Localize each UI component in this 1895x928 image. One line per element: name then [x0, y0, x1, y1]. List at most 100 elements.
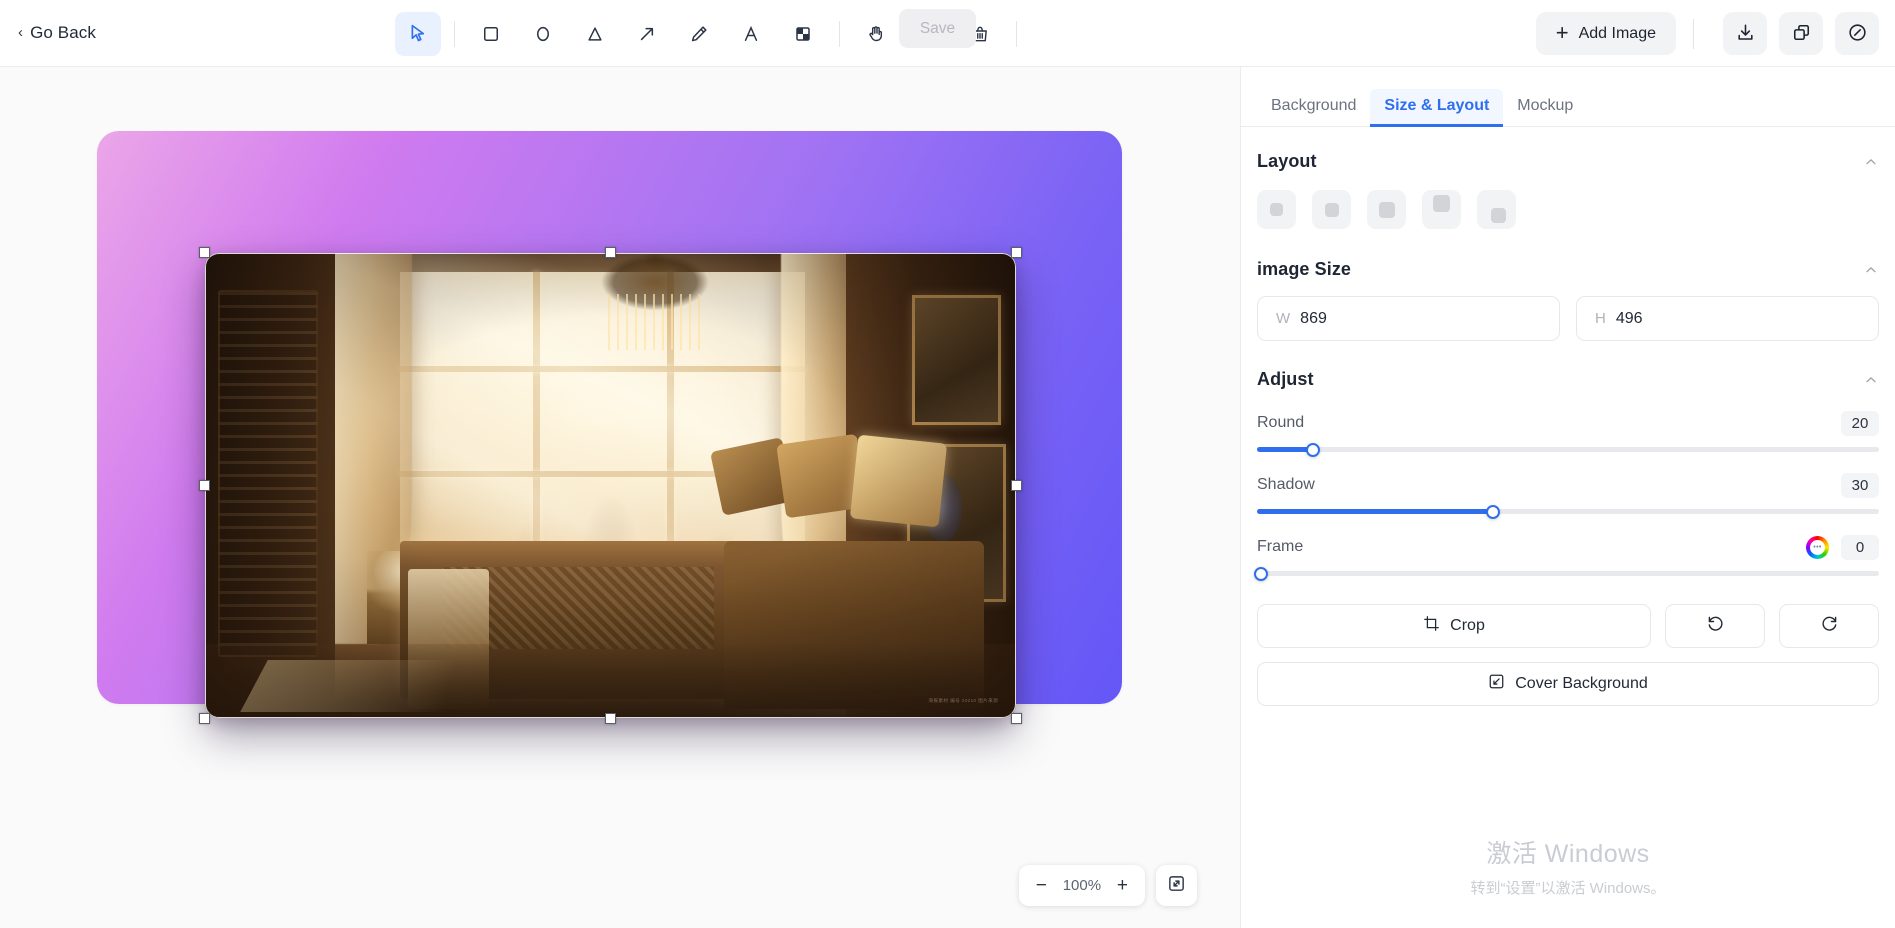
shadow-slider-track[interactable] [1257, 504, 1879, 519]
panel-tabs: Background Size & Layout Mockup [1241, 67, 1895, 127]
tab-mockup[interactable]: Mockup [1503, 89, 1587, 126]
text-tool[interactable] [728, 12, 774, 56]
layout-thumb [1324, 202, 1339, 217]
hand-tool[interactable] [853, 12, 899, 56]
download-button[interactable] [1723, 12, 1767, 55]
rotate-right-button[interactable] [1779, 604, 1879, 648]
layout-thumb [1491, 208, 1506, 223]
resize-handle-ne[interactable] [1011, 247, 1022, 258]
resize-handle-se[interactable] [1011, 713, 1022, 724]
layout-option-center-large[interactable] [1367, 190, 1406, 229]
resize-handle-e[interactable] [1011, 480, 1022, 491]
layout-option-center[interactable] [1312, 190, 1351, 229]
rotate-right-icon [1820, 614, 1839, 638]
toolbar-divider-3 [1016, 20, 1017, 47]
frame-slider-knob[interactable] [1253, 566, 1268, 581]
layout-option-top[interactable] [1422, 190, 1461, 229]
zoom-pill: − 100% + [1018, 865, 1145, 906]
windows-activation-watermark: 激活 Windows 转到“设置”以激活 Windows。 [1241, 834, 1895, 898]
rectangle-tool[interactable] [468, 12, 514, 56]
image-size-collapse-chevron-up-icon[interactable] [1863, 262, 1879, 278]
windows-activation-title: 激活 Windows [1486, 840, 1650, 868]
rotate-left-button[interactable] [1665, 604, 1765, 648]
resize-handle-w[interactable] [199, 480, 210, 491]
image-size-section-header: image Size [1257, 235, 1879, 280]
resize-handle-nw[interactable] [199, 247, 210, 258]
layout-section-header: Layout [1257, 127, 1879, 172]
fit-to-screen-button[interactable] [1156, 865, 1197, 906]
mosaic-tool[interactable] [780, 12, 826, 56]
tab-background[interactable]: Background [1257, 89, 1370, 126]
link-button[interactable] [1835, 12, 1879, 55]
canvas-image[interactable]: 海报素材 编号 20210 图片来源 [205, 253, 1016, 718]
resize-handle-sw[interactable] [199, 713, 210, 724]
adjust-collapse-chevron-up-icon[interactable] [1863, 372, 1879, 388]
zoom-controls: − 100% + [1018, 865, 1197, 906]
topbar-divider [1693, 18, 1694, 49]
frame-slider-block: Frame 0 [1253, 514, 1879, 581]
layout-thumb [1378, 201, 1395, 218]
frame-color-picker-icon[interactable] [1806, 535, 1829, 559]
cover-background-label: Cover Background [1515, 675, 1648, 692]
expand-icon [1167, 874, 1186, 898]
chevron-left-icon: ‹ [18, 24, 24, 41]
toolbar-divider-2 [839, 20, 840, 47]
shadow-slider-knob[interactable] [1486, 504, 1501, 519]
top-toolbar: ‹ Go Back Save + Add Image [0, 0, 1895, 67]
windows-activation-subtitle: 转到“设置”以激活 Windows。 [1470, 880, 1666, 897]
topbar-right-actions: + Add Image [1535, 0, 1879, 67]
tab-size-layout[interactable]: Size & Layout [1370, 89, 1504, 127]
ellipse-tool[interactable] [520, 12, 566, 56]
round-value[interactable]: 20 [1841, 410, 1879, 436]
go-back-button[interactable]: ‹ Go Back [18, 23, 96, 43]
image-size-fields: W 869 H 496 [1257, 280, 1879, 345]
zoom-in-button[interactable]: + [1117, 876, 1128, 895]
right-panel: Background Size & Layout Mockup Layout i… [1240, 67, 1895, 928]
shadow-slider-header: Shadow 30 [1257, 472, 1879, 498]
image-height-input[interactable]: H 496 [1576, 296, 1879, 341]
round-slider-track[interactable] [1257, 442, 1879, 457]
image-size-title: image Size [1257, 259, 1352, 279]
layout-title: Layout [1257, 151, 1317, 171]
resize-handle-s[interactable] [605, 713, 616, 724]
rotate-left-icon [1706, 614, 1725, 638]
arrow-tool[interactable] [624, 12, 670, 56]
image-width-input[interactable]: W 869 [1257, 296, 1560, 341]
frame-slider-header: Frame 0 [1257, 534, 1879, 560]
layout-thumb [1270, 203, 1283, 216]
image-layer-vignette [205, 253, 1016, 718]
add-image-label: Add Image [1578, 24, 1656, 42]
adjust-title: Adjust [1257, 369, 1314, 389]
round-slider-knob[interactable] [1305, 442, 1320, 457]
shadow-value[interactable]: 30 [1841, 472, 1879, 498]
frame-value[interactable]: 0 [1841, 534, 1879, 560]
round-slider-right: 20 [1841, 410, 1879, 436]
select-tool[interactable] [395, 11, 441, 56]
shadow-slider-block: Shadow 30 [1257, 452, 1879, 519]
transform-buttons: Crop [1257, 576, 1879, 648]
pencil-tool[interactable] [676, 12, 722, 56]
crop-icon [1423, 615, 1440, 637]
layout-option-center-small[interactable] [1257, 190, 1296, 229]
save-button[interactable]: Save [899, 9, 976, 48]
height-label: H [1595, 310, 1606, 327]
shadow-label: Shadow [1257, 476, 1315, 493]
layout-collapse-chevron-up-icon[interactable] [1863, 154, 1879, 170]
copy-icon [1791, 22, 1812, 46]
layout-option-bottom[interactable] [1477, 190, 1516, 229]
add-image-button[interactable]: + Add Image [1535, 12, 1676, 55]
frame-slider-track[interactable] [1253, 566, 1879, 581]
copy-button[interactable] [1779, 12, 1823, 55]
zoom-level-value: 100% [1062, 877, 1102, 894]
round-slider-block: Round 20 [1257, 390, 1879, 457]
selected-image-wrapper[interactable]: 海报素材 编号 20210 图片来源 [199, 247, 1022, 724]
width-value: 869 [1300, 309, 1327, 327]
zoom-out-button[interactable]: − [1036, 876, 1047, 895]
canvas-stage[interactable]: 海报素材 编号 20210 图片来源 − 100% + [0, 67, 1240, 928]
crop-button[interactable]: Crop [1257, 604, 1651, 648]
round-slider-header: Round 20 [1257, 410, 1879, 436]
triangle-tool[interactable] [572, 12, 618, 56]
resize-handle-n[interactable] [605, 247, 616, 258]
toolbar-divider-1 [454, 20, 455, 47]
cover-background-button[interactable]: Cover Background [1257, 662, 1879, 706]
